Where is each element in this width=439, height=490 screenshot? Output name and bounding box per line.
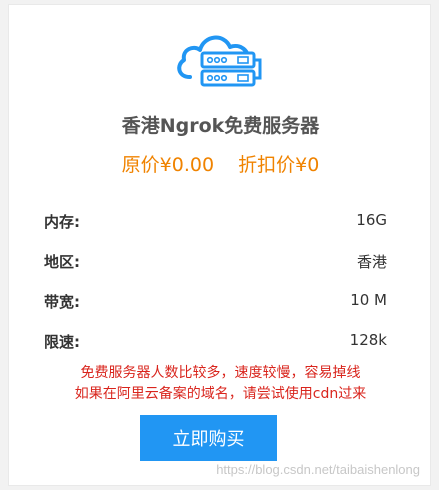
product-title: 香港Ngrok免费服务器: [121, 115, 320, 137]
watermark: https://blog.csdn.net/taibaishenlong: [216, 462, 420, 477]
spec-label: 带宽:: [44, 293, 80, 311]
original-price: 原价¥0.00: [121, 154, 215, 176]
spec-row-bandwidth: 带宽: 10 M: [44, 291, 387, 315]
notice-text: 免费服务器人数比较多，速度较慢，容易掉线 如果在阿里云备案的域名，请尝试使用cd…: [9, 363, 432, 405]
spec-value: 128k: [349, 331, 387, 349]
spec-label: 地区:: [44, 253, 80, 271]
spec-label: 内存:: [44, 213, 80, 231]
spec-value: 16G: [356, 211, 387, 229]
spec-value: 香港: [356, 253, 387, 271]
spec-label: 限速:: [44, 333, 80, 351]
notice-line: 免费服务器人数比较多，速度较慢，容易掉线: [80, 365, 361, 381]
cloud-server-icon: [177, 35, 262, 87]
buy-now-button[interactable]: 立即购买: [140, 415, 277, 461]
spec-row-memory: 内存: 16G: [44, 211, 387, 235]
spec-row-region: 地区: 香港: [44, 251, 387, 275]
spec-row-speed-limit: 限速: 128k: [44, 331, 387, 355]
price-line: 原价¥0.00 折扣价¥0: [9, 150, 432, 177]
page: 香港Ngrok免费服务器 原价¥0.00 折扣价¥0 内存: 16G 地区: 香…: [0, 0, 439, 490]
spec-value: 10 M: [350, 291, 387, 309]
product-card: 香港Ngrok免费服务器 原价¥0.00 折扣价¥0 内存: 16G 地区: 香…: [8, 4, 431, 486]
notice-line: 如果在阿里云备案的域名，请尝试使用cdn过来: [74, 386, 367, 402]
discount-price: 折扣价¥0: [238, 154, 320, 176]
